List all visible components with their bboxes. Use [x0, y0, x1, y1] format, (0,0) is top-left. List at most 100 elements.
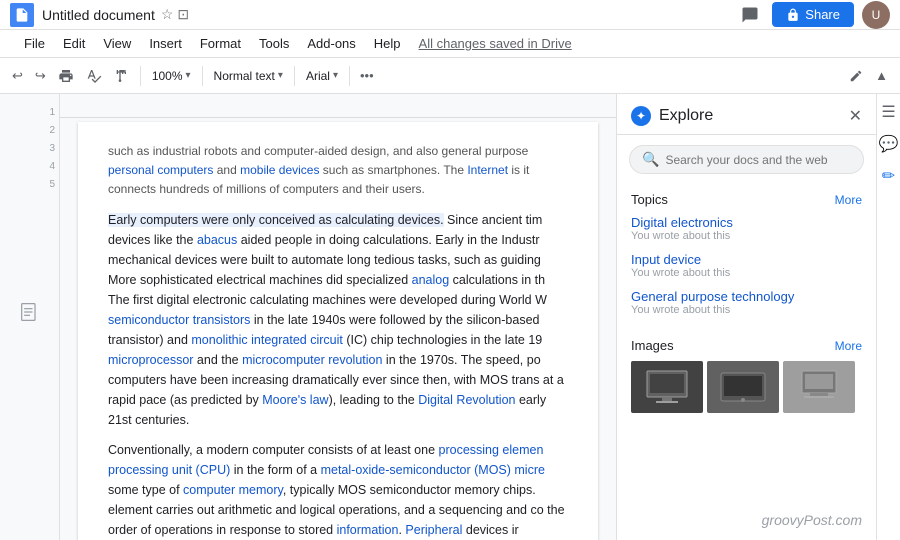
save-status: All changes saved in Drive — [419, 36, 572, 51]
toolbar: ↩ ↪ 100% ▾ Normal text ▾ Arial ▾ ••• ▲ — [0, 58, 900, 94]
topic-item-1[interactable]: Input device You wrote about this — [631, 252, 862, 279]
menu-edit[interactable]: Edit — [55, 33, 93, 54]
doc-paragraph-1: Early computers were only conceived as c… — [108, 210, 568, 430]
cpu-link[interactable]: processing unit (CPU) — [108, 463, 230, 477]
topic-name-2: General purpose technology — [631, 289, 862, 304]
image-thumb-0[interactable] — [631, 361, 703, 413]
image-thumb-1[interactable] — [707, 361, 779, 413]
edit-mode-button[interactable] — [845, 63, 867, 89]
spellcheck-button[interactable] — [82, 63, 106, 89]
chat-button[interactable] — [736, 1, 764, 29]
right-icon-strip: ☰ 💬 ✏ — [876, 94, 900, 540]
collapse-toolbar-button[interactable]: ▲ — [871, 63, 892, 89]
explore-panel: ✦ Explore ✕ 🔍 Topics More Digital electr… — [616, 94, 876, 540]
topic-name-1: Input device — [631, 252, 862, 267]
folder-icon[interactable]: ⊡ — [177, 6, 189, 23]
analog-link[interactable]: analog — [412, 273, 450, 287]
microcomputer-link[interactable]: microcomputer revolution — [242, 353, 382, 367]
topics-more-link[interactable]: More — [835, 193, 862, 207]
topics-label: Topics — [631, 192, 668, 207]
font-chevron: ▾ — [333, 70, 338, 81]
doc-paragraph-2: Conventionally, a modern computer consis… — [108, 440, 568, 540]
topic-sub-1: You wrote about this — [631, 267, 862, 279]
menu-tools[interactable]: Tools — [251, 33, 297, 54]
app-icon — [10, 3, 34, 27]
topic-item-2[interactable]: General purpose technology You wrote abo… — [631, 289, 862, 316]
zoom-select[interactable]: 100% ▾ — [147, 63, 196, 89]
share-button[interactable]: Share — [772, 2, 854, 27]
processing-element-link[interactable]: processing elemen — [439, 443, 544, 457]
topics-header: Topics More — [631, 192, 862, 207]
peripheral-link[interactable]: Peripheral — [405, 523, 462, 537]
semiconductor-transistors-link[interactable]: semiconductor transistors — [108, 313, 250, 327]
user-avatar[interactable]: U — [862, 1, 890, 29]
search-icon: 🔍 — [642, 151, 659, 168]
menu-insert[interactable]: Insert — [141, 33, 190, 54]
explore-header: ✦ Explore ✕ — [617, 94, 876, 135]
images-header: Images More — [631, 338, 862, 353]
explore-search-bar[interactable]: 🔍 — [629, 145, 864, 174]
highlighted-text: Early computers were only conceived as c… — [108, 213, 444, 227]
topics-section: Topics More Digital electronics You wrot… — [617, 184, 876, 330]
font-select[interactable]: Arial ▾ — [301, 63, 343, 89]
explore-title: Explore — [659, 107, 849, 125]
page-icon — [20, 303, 40, 332]
watermark: groovyPost.com — [617, 500, 876, 540]
separator-1 — [140, 66, 141, 86]
images-label: Images — [631, 338, 674, 353]
separator-3 — [294, 66, 295, 86]
moores-law-link[interactable]: Moore's law — [262, 393, 328, 407]
information-link[interactable]: information — [337, 523, 399, 537]
more-options-button[interactable]: ••• — [356, 63, 378, 89]
style-chevron: ▾ — [278, 70, 283, 81]
top-bar-actions: Share U — [736, 1, 890, 29]
share-label: Share — [805, 7, 840, 22]
document-title[interactable]: Untitled document — [42, 7, 155, 23]
left-ruler: 1 2 3 4 5 — [0, 94, 60, 540]
internet-link[interactable]: Internet — [467, 163, 508, 177]
ruler-numbers: 1 2 3 4 5 — [49, 104, 55, 194]
menu-view[interactable]: View — [95, 33, 139, 54]
digital-revolution-link[interactable]: Digital Revolution — [418, 393, 515, 407]
zoom-chevron: ▾ — [186, 70, 191, 81]
star-icon[interactable]: ☆ — [161, 6, 174, 23]
explore-icon: ✦ — [631, 106, 651, 126]
separator-4 — [349, 66, 350, 86]
document-area[interactable]: such as industrial robots and computer-a… — [60, 94, 616, 540]
main-area: 1 2 3 4 5 such as industrial robots and … — [0, 94, 900, 540]
mobile-devices-link[interactable]: mobile devices — [240, 163, 319, 177]
topic-item-0[interactable]: Digital electronics You wrote about this — [631, 215, 862, 242]
style-select[interactable]: Normal text ▾ — [209, 63, 288, 89]
top-bar: Untitled document ☆ ⊡ Share U — [0, 0, 900, 30]
document-page: such as industrial robots and computer-a… — [78, 122, 598, 540]
image-thumb-2[interactable] — [783, 361, 855, 413]
format-painter-button[interactable] — [110, 63, 134, 89]
horizontal-ruler — [60, 104, 616, 118]
topic-sub-0: You wrote about this — [631, 230, 862, 242]
topic-sub-2: You wrote about this — [631, 304, 862, 316]
menu-addons[interactable]: Add-ons — [299, 33, 363, 54]
redo-button[interactable]: ↪ — [31, 63, 50, 89]
undo-button[interactable]: ↩ — [8, 63, 27, 89]
personal-computers-link[interactable]: personal computers — [108, 163, 213, 177]
print-button[interactable] — [54, 63, 78, 89]
monolithic-ic-link[interactable]: monolithic integrated circuit — [191, 333, 342, 347]
menu-bar: File Edit View Insert Format Tools Add-o… — [0, 30, 900, 58]
doc-text-top: such as industrial robots and computer-a… — [108, 142, 568, 200]
menu-file[interactable]: File — [16, 33, 53, 54]
explore-close-button[interactable]: ✕ — [849, 106, 862, 126]
abacus-link[interactable]: abacus — [197, 233, 237, 247]
right-icon-1[interactable]: 💬 — [877, 132, 900, 156]
images-more-link[interactable]: More — [835, 339, 862, 353]
separator-2 — [202, 66, 203, 86]
computer-memory-link[interactable]: computer memory — [183, 483, 283, 497]
menu-help[interactable]: Help — [366, 33, 409, 54]
images-section: Images More — [617, 330, 876, 417]
right-icon-2[interactable]: ✏ — [877, 164, 900, 188]
right-icon-0[interactable]: ☰ — [877, 100, 900, 124]
mos-link[interactable]: metal-oxide-semiconductor (MOS) micre — [321, 463, 545, 477]
microprocessor-link[interactable]: microprocessor — [108, 353, 193, 367]
topic-name-0: Digital electronics — [631, 215, 862, 230]
explore-search-input[interactable] — [665, 153, 851, 167]
menu-format[interactable]: Format — [192, 33, 249, 54]
